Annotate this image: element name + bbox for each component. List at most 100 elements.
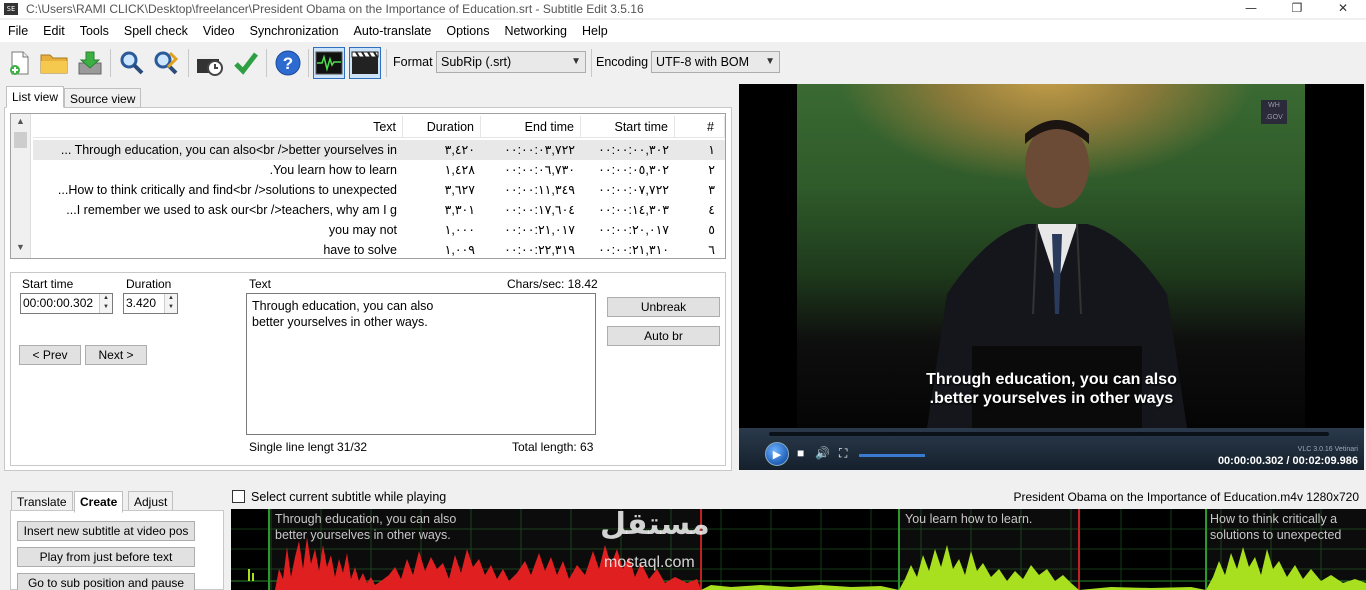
row-duration: ١,٠٠٠	[444, 223, 475, 237]
chevron-down-icon[interactable]: ▼	[165, 303, 177, 312]
toolbar: ? Format SubRip (.srt) ▼ Encoding UTF-8 …	[0, 43, 1366, 83]
header-start-time[interactable]: Start time	[581, 116, 675, 137]
row-start-time: ٠٠:٠٠:٠٠,٣٠٢	[598, 143, 669, 157]
select-subtitle-checkbox[interactable]	[232, 490, 245, 503]
volume-slider[interactable]	[859, 454, 925, 457]
tab-list-view[interactable]: List view	[6, 86, 65, 108]
title-bar: SE C:\Users\RAMI CLICK\Desktop\freelance…	[0, 0, 1366, 18]
new-file-icon[interactable]	[4, 47, 36, 79]
tab-create[interactable]: Create	[74, 491, 124, 513]
table-row[interactable]: .You learn how to learn ١,٤٢٨ ٠٠:٠٠:٠٦,٧…	[33, 160, 725, 180]
format-value: SubRip (.srt)	[441, 55, 512, 69]
chevron-down-icon: ▼	[571, 56, 581, 67]
menu-options[interactable]: Options	[438, 20, 496, 42]
app-icon: SE	[4, 3, 18, 15]
text-line: better yourselves in other ways.	[252, 315, 428, 329]
visual-sync-icon[interactable]	[194, 47, 226, 79]
open-folder-icon[interactable]	[38, 47, 70, 79]
menu-synchronization[interactable]: Synchronization	[242, 20, 346, 42]
scroll-up-icon[interactable]: ▲	[11, 116, 30, 130]
help-icon[interactable]: ?	[272, 47, 304, 79]
duration-stepper[interactable]: ▲ ▼	[164, 294, 177, 313]
scroll-down-icon[interactable]: ▼	[11, 242, 30, 256]
volume-icon[interactable]: 🔊	[815, 447, 830, 459]
insert-subtitle-button[interactable]: Insert new subtitle at video pos	[17, 521, 195, 541]
close-button[interactable]: ✕	[1320, 0, 1366, 18]
start-time-input[interactable]: 00:00:00.302 ▲ ▼	[20, 293, 113, 314]
table-row[interactable]: ...How to think critically and find<br /…	[33, 180, 725, 200]
toolbar-separator	[266, 49, 267, 77]
waveform[interactable]: Through education, you can also better y…	[231, 509, 1366, 590]
menu-edit[interactable]: Edit	[35, 20, 72, 42]
video-player[interactable]: WH .GOV Through education, you can also …	[739, 84, 1364, 470]
restore-button[interactable]: ❐	[1274, 0, 1320, 18]
auto-br-button[interactable]: Auto br	[607, 326, 720, 346]
waveform-subtitle-text: How to think critically a solutions to u…	[1210, 511, 1341, 543]
table-row[interactable]: ...I remember we used to ask our<br />te…	[33, 200, 725, 220]
video-toggle-icon[interactable]	[349, 47, 381, 79]
menu-networking[interactable]: Networking	[496, 20, 574, 42]
header-end-time[interactable]: End time	[481, 116, 581, 137]
table-scrollbar[interactable]: ▲ ▼	[11, 114, 31, 258]
video-time: 00:00:00.302 / 00:02:09.986	[1217, 455, 1358, 467]
duration-label: Duration	[126, 277, 172, 291]
save-icon[interactable]	[74, 47, 106, 79]
header-duration[interactable]: Duration	[403, 116, 481, 137]
row-start-time: ٠٠:٠٠:٢١,٣١٠	[598, 243, 669, 257]
replace-icon[interactable]	[150, 47, 182, 79]
encoding-value: UTF-8 with BOM	[656, 55, 750, 69]
seek-bar[interactable]	[769, 432, 1329, 436]
chevron-up-icon[interactable]: ▲	[165, 294, 177, 303]
tab-source-view[interactable]: Source view	[64, 88, 142, 108]
total-length: Total length: 63	[512, 440, 594, 454]
table-row[interactable]: have to solve ١,٠٠٩ ٠٠:٠٠:٢٢,٣١٩ ٠٠:٠٠:٢…	[33, 240, 725, 258]
chevron-up-icon[interactable]: ▲	[100, 294, 112, 303]
start-time-stepper[interactable]: ▲ ▼	[99, 294, 112, 313]
chevron-down-icon[interactable]: ▼	[100, 303, 112, 312]
waveform-toggle-icon[interactable]	[313, 47, 345, 79]
waveform-text-line: solutions to unexpected	[1210, 528, 1342, 542]
encoding-select[interactable]: UTF-8 with BOM ▼	[651, 51, 780, 73]
header-text[interactable]: Text	[33, 116, 403, 137]
play-icon[interactable]: ▶	[765, 442, 789, 466]
row-duration: ١,٠٠٩	[444, 243, 475, 257]
spell-check-icon[interactable]	[230, 47, 262, 79]
row-end-time: ٠٠:٠٠:٠٦,٧٣٠	[504, 163, 575, 177]
find-icon[interactable]	[116, 47, 148, 79]
waveform-text-line: Through education, you can also	[275, 512, 457, 526]
fullscreen-icon[interactable]: ⛶	[839, 447, 847, 459]
row-number: ٣	[708, 183, 715, 197]
toolbar-separator	[188, 49, 189, 77]
window-title: C:\Users\RAMI CLICK\Desktop\freelancer\P…	[26, 2, 644, 16]
row-start-time: ٠٠:٠٠:١٤,٣٠٣	[598, 203, 669, 217]
row-duration: ٣,٣٠١	[444, 203, 475, 217]
header-number[interactable]: #	[675, 116, 725, 137]
window-controls: — ❐ ✕	[1228, 0, 1366, 18]
menu-auto-translate[interactable]: Auto-translate	[346, 20, 439, 42]
video-subtitle: Through education, you can also .better …	[739, 370, 1364, 408]
start-time-value: 00:00:00.302	[23, 296, 94, 310]
stop-icon[interactable]: ■	[797, 447, 804, 459]
minimize-button[interactable]: —	[1228, 0, 1274, 18]
menu-video[interactable]: Video	[195, 20, 242, 42]
scroll-thumb[interactable]	[14, 132, 27, 148]
menu-help[interactable]: Help	[574, 20, 615, 42]
vlc-control-bar: ▶ ■ 🔊 ⛶ VLC 3.0.16 Vetinari 00:00:00.302…	[739, 428, 1364, 470]
table-row[interactable]: you may not ١,٠٠٠ ٠٠:٠٠:٢١,٠١٧ ٠٠:٠٠:٢٠,…	[33, 220, 725, 240]
play-before-text-button[interactable]: Play from just before text	[17, 547, 195, 567]
subtitle-text-input[interactable]: Through education, you can also better y…	[246, 293, 596, 435]
menu-file[interactable]: File	[0, 20, 35, 42]
text-label: Text	[249, 277, 272, 291]
duration-input[interactable]: 3.420 ▲ ▼	[123, 293, 178, 314]
menu-bar: File Edit Tools Spell check Video Synchr…	[0, 20, 1366, 42]
go-to-sub-button[interactable]: Go to sub position and pause	[17, 573, 195, 590]
table-row[interactable]: ... Through education, you can also<br /…	[33, 140, 725, 160]
next-button[interactable]: Next >	[85, 345, 147, 365]
menu-tools[interactable]: Tools	[72, 20, 116, 42]
format-select[interactable]: SubRip (.srt) ▼	[436, 51, 586, 73]
row-end-time: ٠٠:٠٠:٢١,٠١٧	[504, 223, 575, 237]
format-label: Format	[393, 55, 433, 69]
menu-spell-check[interactable]: Spell check	[116, 20, 195, 42]
prev-button[interactable]: < Prev	[19, 345, 81, 365]
unbreak-button[interactable]: Unbreak	[607, 297, 720, 317]
